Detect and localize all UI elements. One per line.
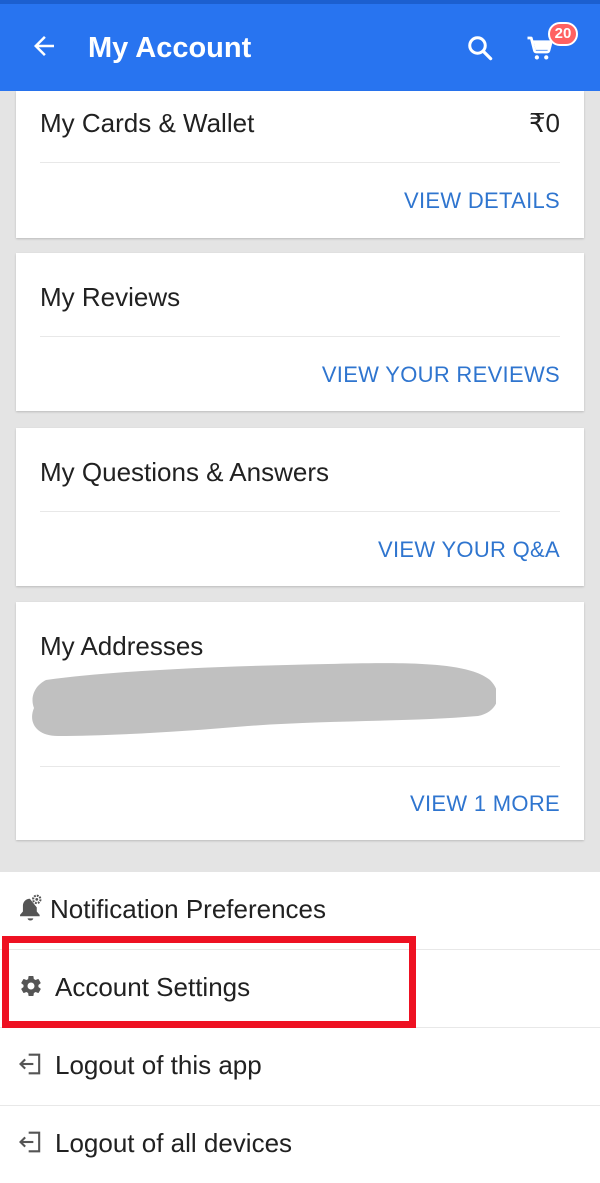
logout-icon xyxy=(16,1046,46,1082)
search-icon xyxy=(468,36,493,61)
arrow-left-icon xyxy=(34,36,54,56)
view-reviews-link[interactable]: VIEW YOUR REVIEWS xyxy=(322,360,560,390)
view-qa-link[interactable]: VIEW YOUR Q&A xyxy=(378,535,560,565)
back-button[interactable] xyxy=(26,26,62,66)
divider xyxy=(40,162,560,163)
view-more-addresses-link[interactable]: VIEW 1 MORE xyxy=(410,789,560,819)
reviews-title: My Reviews xyxy=(40,282,181,312)
divider xyxy=(40,766,560,767)
addresses-card: My Addresses VIEW 1 MORE xyxy=(16,602,584,840)
menu-item-label: Logout of all devices xyxy=(55,1128,293,1158)
menu-item-logout-app[interactable]: Logout of this app xyxy=(0,1028,600,1106)
qa-card: My Questions & Answers VIEW YOUR Q&A xyxy=(16,428,584,586)
app-bar: My Account xyxy=(0,4,600,91)
wallet-title: My Cards & Wallet xyxy=(40,108,255,138)
bell-gear-icon xyxy=(16,890,46,926)
addresses-title: My Addresses xyxy=(40,631,204,661)
wallet-balance: ₹0 xyxy=(528,108,560,138)
menu-item-label: Notification Preferences xyxy=(50,894,327,924)
highlight-annotation-box xyxy=(2,936,416,1028)
search-button[interactable] xyxy=(462,28,498,68)
wallet-card: My Cards & Wallet ₹0 VIEW DETAILS xyxy=(16,91,584,238)
qa-title: My Questions & Answers xyxy=(40,457,329,487)
view-details-link[interactable]: VIEW DETAILS xyxy=(404,186,560,216)
divider xyxy=(40,336,560,337)
cart-count-badge: 20 xyxy=(548,22,578,46)
divider xyxy=(40,511,560,512)
menu-item-logout-all-devices[interactable]: Logout of all devices xyxy=(0,1106,600,1183)
logout-icon xyxy=(16,1124,46,1160)
page-title: My Account xyxy=(88,32,252,64)
reviews-card: My Reviews VIEW YOUR REVIEWS xyxy=(16,253,584,411)
menu-item-label: Logout of this app xyxy=(55,1050,262,1080)
redacted-address-scribble xyxy=(32,663,496,736)
